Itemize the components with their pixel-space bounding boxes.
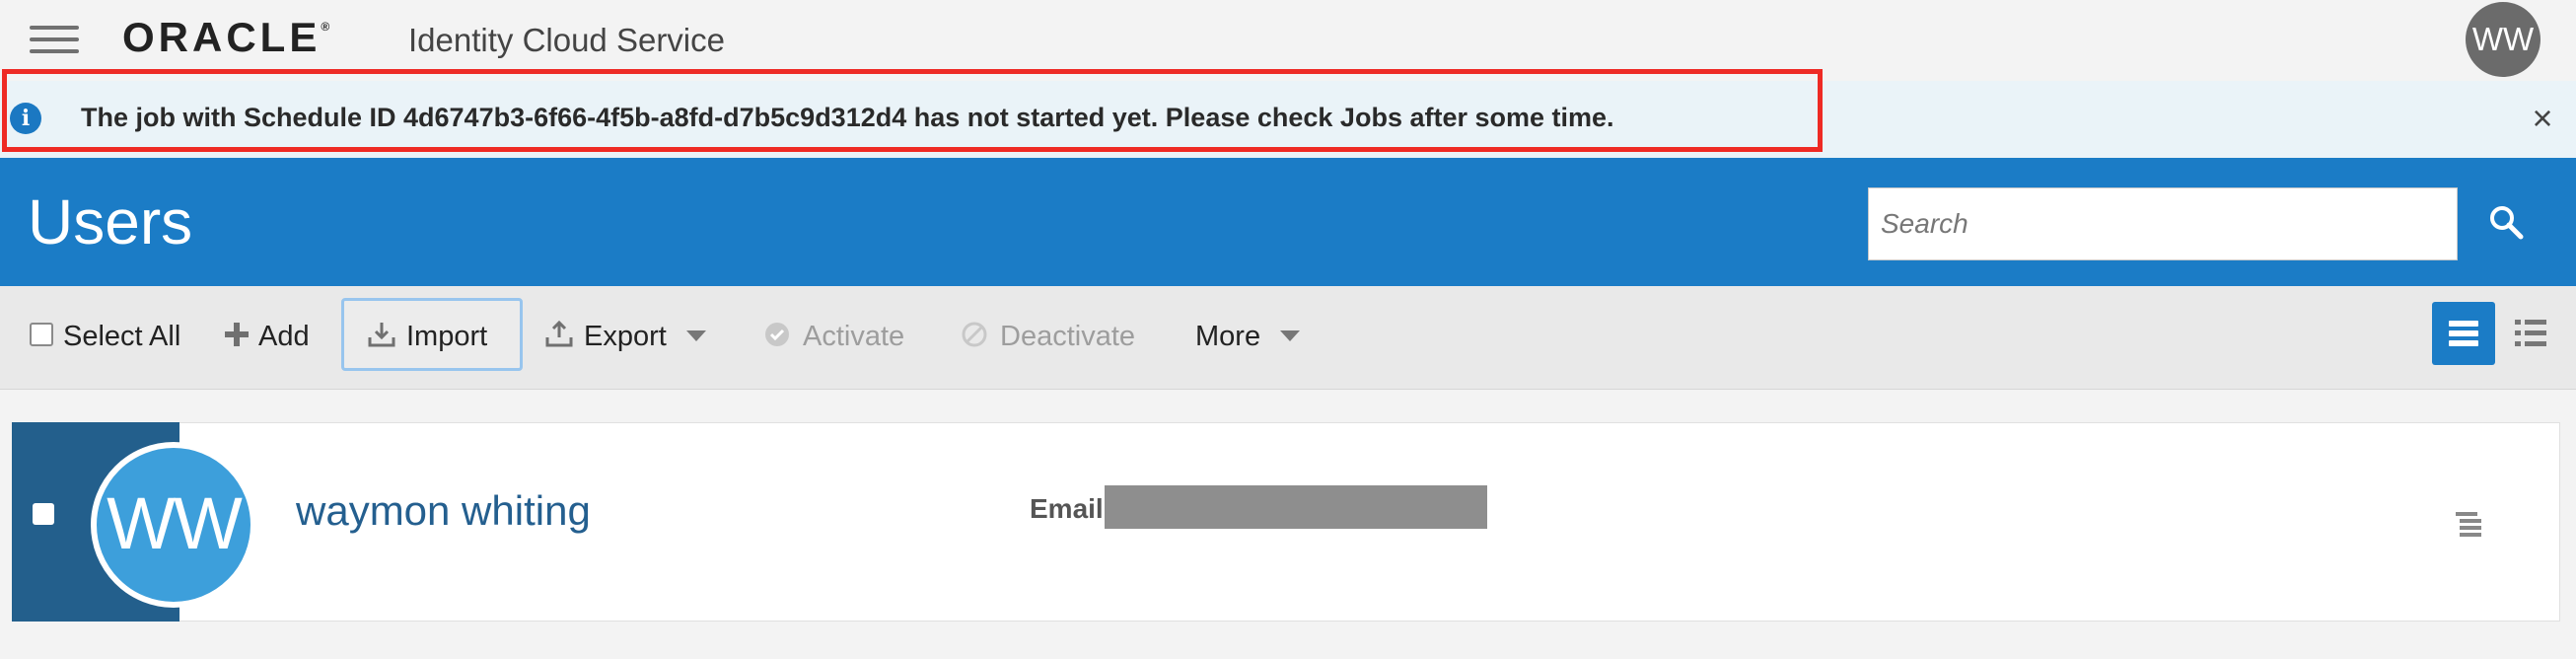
select-all-checkbox[interactable]: Select All	[30, 314, 180, 359]
upload-icon	[545, 321, 573, 347]
notification-message: The job with Schedule ID 4d6747b3-6f66-4…	[81, 103, 1614, 132]
add-button[interactable]: Add	[223, 314, 310, 359]
deactivate-label: Deactivate	[1000, 321, 1136, 352]
export-label: Export	[584, 321, 667, 352]
import-label: Import	[406, 321, 488, 352]
add-label: Add	[258, 321, 310, 352]
product-name: Identity Cloud Service	[408, 22, 725, 58]
more-button[interactable]: More	[1195, 314, 1301, 359]
download-icon	[368, 323, 395, 347]
plus-icon	[225, 323, 249, 347]
checkbox-icon[interactable]	[30, 323, 53, 347]
card-view-icon	[2449, 321, 2478, 346]
row-actions-menu-icon[interactable]	[2454, 509, 2483, 539]
close-notification-icon[interactable]: ×	[2529, 99, 2556, 138]
user-name-link[interactable]: waymon whiting	[296, 487, 591, 535]
card-view-button[interactable]	[2432, 302, 2495, 365]
check-circle-icon	[765, 323, 789, 347]
search-input[interactable]	[1868, 187, 2458, 260]
search-icon[interactable]	[2485, 201, 2529, 245]
export-button[interactable]: Export	[544, 314, 706, 359]
user-select-checkbox[interactable]	[33, 503, 54, 525]
block-icon	[962, 322, 987, 347]
info-icon: i	[10, 103, 41, 134]
top-bar	[0, 0, 2576, 81]
hamburger-menu-icon[interactable]	[30, 24, 81, 55]
more-label: More	[1195, 321, 1261, 352]
activate-label: Activate	[803, 321, 905, 352]
chevron-down-icon	[685, 330, 706, 342]
oracle-logo: ORACLE®	[122, 14, 330, 60]
chevron-down-icon	[1280, 330, 1301, 342]
list-view-icon[interactable]	[2513, 314, 2548, 353]
import-button-content[interactable]: Import	[367, 314, 487, 359]
email-label: Email	[1030, 493, 1104, 524]
activate-button[interactable]: Activate	[763, 314, 904, 359]
select-all-label: Select All	[63, 321, 181, 352]
deactivate-button[interactable]: Deactivate	[961, 314, 1135, 359]
page-title: Users	[28, 186, 193, 257]
user-avatar[interactable]: WW	[2466, 2, 2540, 77]
email-value-redacted	[1105, 485, 1487, 529]
user-card-avatar: WW	[91, 442, 256, 608]
